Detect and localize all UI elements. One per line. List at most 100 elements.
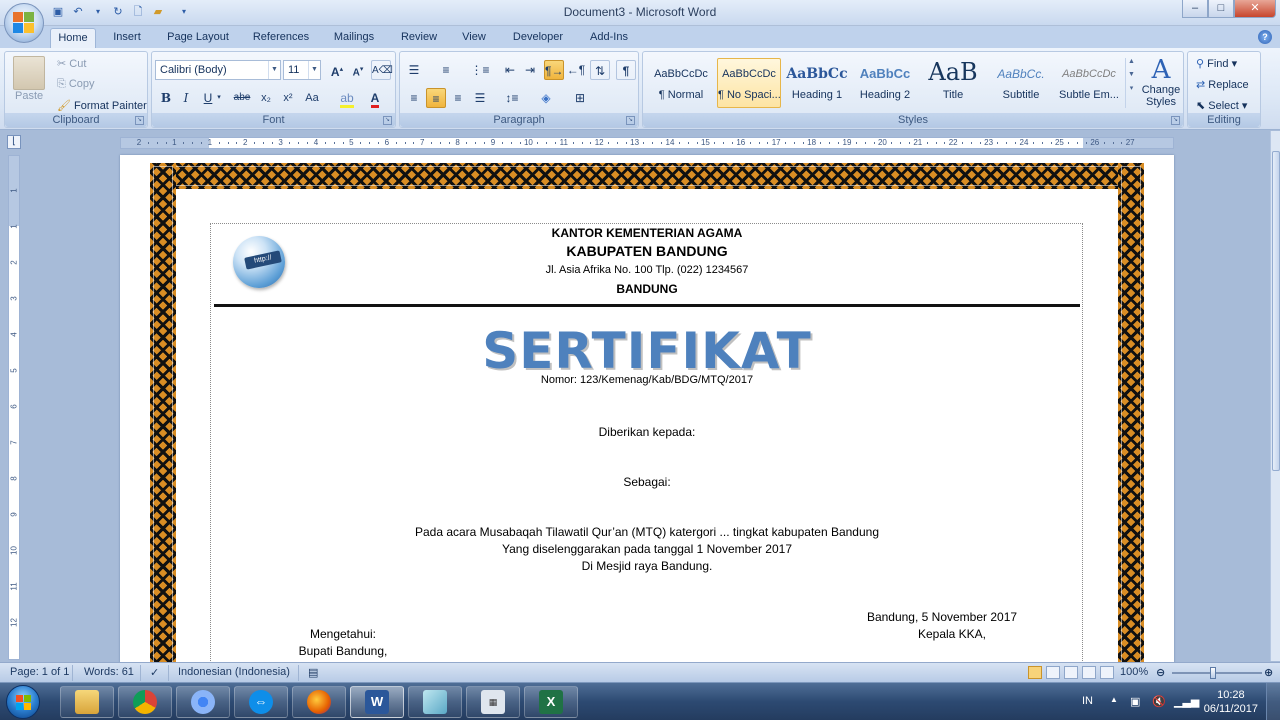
align-left-icon[interactable]: ≡ [404,88,424,108]
numbering-icon[interactable]: ≡ [436,60,456,80]
page-count[interactable]: Page: 1 of 1 [10,666,69,678]
office-button[interactable] [4,3,44,43]
bold-button[interactable]: B [156,88,176,108]
restore-button[interactable]: □ [1208,0,1234,18]
outline-view-icon[interactable] [1082,666,1096,679]
start-button[interactable] [6,685,40,719]
zoom-out-icon[interactable]: ⊖ [1156,666,1165,679]
tab-references[interactable]: References [246,28,316,48]
show-hidden-icons-icon[interactable]: ▲ [1110,695,1118,704]
select-button[interactable]: ⬉ Select ▾ [1196,99,1247,112]
taskbar-word[interactable]: W [350,686,404,718]
paragraph-launcher-icon[interactable]: ↘ [626,116,635,125]
show-marks-icon[interactable]: ¶ [616,60,636,80]
justify-icon[interactable]: ☰ [470,88,490,108]
change-case-button[interactable]: Aa [302,88,322,108]
paste-icon[interactable] [13,56,45,90]
sort-icon[interactable]: ⇅ [590,60,610,80]
highlight-button[interactable]: ab [334,88,360,108]
multilevel-list-icon[interactable]: ⋮≡ [470,60,490,80]
show-desktop-button[interactable] [1266,683,1280,720]
font-color-button[interactable]: A [362,88,388,108]
style-normal[interactable]: AaBbCcDc ¶ Normal [649,58,713,108]
style-subtle-emphasis[interactable]: AaBbCcDc Subtle Em... [1057,58,1121,108]
borders-icon[interactable]: ⊞ [570,88,590,108]
shrink-font-button[interactable]: A▾ [348,60,368,80]
align-center-icon[interactable]: ≡ [426,88,446,108]
strikethrough-button[interactable]: abe [232,88,252,108]
cut-button[interactable]: ✂ Cut [57,57,86,70]
style-subtitle[interactable]: AaBbCc. Subtitle [989,58,1053,108]
taskbar-chrome-2[interactable] [176,686,230,718]
tab-selector-icon[interactable]: ⌊ [7,135,21,149]
volume-muted-icon[interactable]: 🔇 [1152,695,1166,708]
tab-mailings[interactable]: Mailings [326,28,382,48]
change-styles-button[interactable]: A Change Styles [1141,56,1181,108]
clipboard-launcher-icon[interactable]: ↘ [135,116,144,125]
superscript-button[interactable]: x² [278,88,298,108]
scroll-down-icon[interactable]: ▼ [1126,71,1137,78]
shading-icon[interactable]: ◈ [536,88,556,108]
style-heading-1[interactable]: AaBbCc Heading 1 [785,58,849,108]
clear-formatting-icon[interactable]: A⌫ [371,60,393,80]
left-to-right-icon[interactable]: ¶→ [544,60,564,80]
document-page[interactable]: http:// KANTOR KEMENTERIAN AGAMA KABUPAT… [120,155,1174,663]
format-painter-button[interactable]: 🖌 Format Painter [57,99,147,112]
italic-button[interactable]: I [176,88,196,108]
replace-button[interactable]: ⇄ Replace [1196,78,1249,91]
word-count[interactable]: Words: 61 [84,666,134,678]
taskbar-excel[interactable]: X [524,686,578,718]
taskbar-calculator[interactable]: ▦ [466,686,520,718]
subscript-button[interactable]: x₂ [256,88,276,108]
vertical-scrollbar[interactable] [1270,131,1280,661]
vertical-ruler[interactable]: 1 1 2 3 4 5 6 7 8 9 10 11 12 [8,155,20,660]
tab-home[interactable]: Home [50,28,96,48]
clock[interactable]: 10:28 06/11/2017 [1204,688,1258,716]
taskbar-chrome[interactable] [118,686,172,718]
input-language[interactable]: IN [1082,695,1093,707]
scrollbar-thumb[interactable] [1272,151,1280,471]
proofing-icon[interactable]: ✓ [150,666,159,679]
language[interactable]: Indonesian (Indonesia) [178,666,290,678]
paste-button[interactable]: Paste [15,90,43,102]
decrease-indent-icon[interactable]: ⇤ [500,60,520,80]
increase-indent-icon[interactable]: ⇥ [520,60,540,80]
macro-recording-icon[interactable]: ▤ [308,666,318,679]
help-icon[interactable]: ? [1258,30,1272,44]
right-to-left-icon[interactable]: ←¶ [566,60,586,80]
style-title[interactable]: AaB Title [921,58,985,108]
taskbar-app[interactable] [408,686,462,718]
tab-add-ins[interactable]: Add-Ins [582,28,636,48]
styles-launcher-icon[interactable]: ↘ [1171,116,1180,125]
taskbar-explorer[interactable] [60,686,114,718]
bullets-icon[interactable]: ☰ [404,60,424,80]
web-layout-icon[interactable] [1064,666,1078,679]
zoom-in-icon[interactable]: ⊕ [1264,666,1273,679]
underline-dropdown-icon[interactable]: ▾ [214,88,224,108]
zoom-level[interactable]: 100% [1120,666,1148,678]
tab-review[interactable]: Review [394,28,444,48]
minimize-button[interactable]: – [1182,0,1208,18]
network-icon[interactable]: ▣ [1130,695,1140,708]
align-right-icon[interactable]: ≡ [448,88,468,108]
signal-icon[interactable]: ▁▃▅ [1174,695,1199,708]
tab-insert[interactable]: Insert [104,28,150,48]
font-name-combo[interactable]: Calibri (Body) ▼ [155,60,281,80]
horizontal-ruler[interactable]: 2 1 1 2 3 4 5 6 7 8 9 10 11 12 13 14 15 16 17 18 19 20 21 22 23 2… [120,137,1174,149]
zoom-slider-thumb[interactable] [1210,667,1216,679]
line-spacing-icon[interactable]: ↕≡ [502,88,522,108]
find-button[interactable]: ⚲ Find ▾ [1196,57,1237,70]
tab-page-layout[interactable]: Page Layout [160,28,236,48]
scroll-up-icon[interactable]: ▲ [1126,58,1137,65]
more-styles-icon[interactable]: ▾ [1126,84,1137,92]
grow-font-button[interactable]: A▴ [327,60,347,80]
taskbar-teamviewer[interactable]: ⇔ [234,686,288,718]
tab-view[interactable]: View [454,28,494,48]
tab-developer[interactable]: Developer [506,28,570,48]
font-size-combo[interactable]: 11 ▼ [283,60,321,80]
print-layout-view-icon[interactable] [1028,666,1042,679]
zoom-slider-track[interactable] [1172,672,1262,674]
close-button[interactable]: ✕ [1234,0,1276,18]
styles-scroll[interactable]: ▲ ▼ ▾ [1125,58,1137,108]
style-heading-2[interactable]: AaBbCc Heading 2 [853,58,917,108]
